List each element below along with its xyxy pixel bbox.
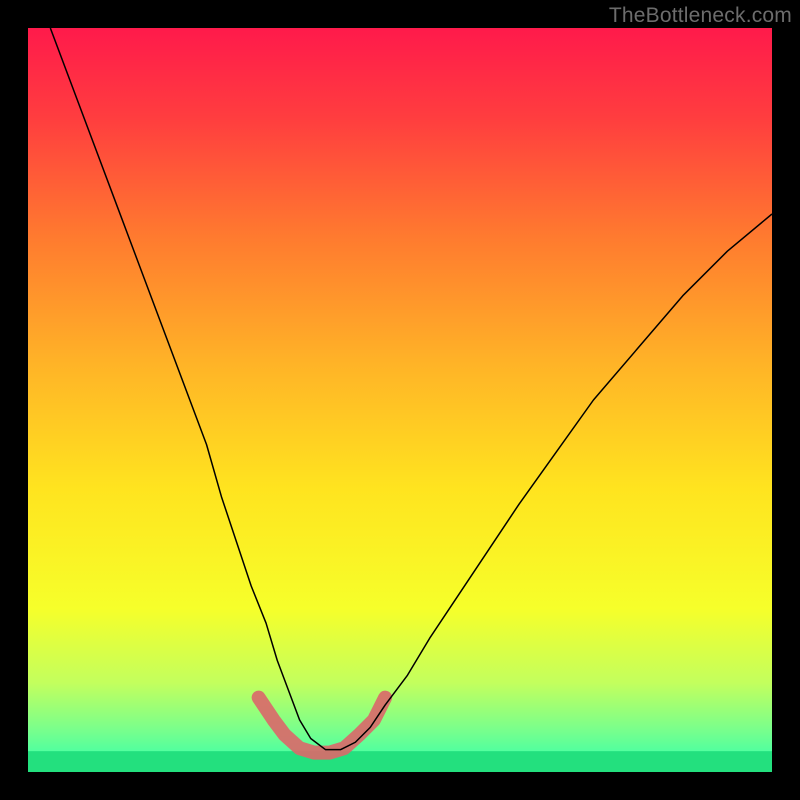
- watermark-text: TheBottleneck.com: [609, 4, 792, 28]
- chart-frame: TheBottleneck.com: [0, 0, 800, 800]
- gradient-background: [28, 28, 772, 772]
- plot-area: [28, 28, 772, 772]
- green-band: [28, 751, 772, 772]
- chart-svg: [28, 28, 772, 772]
